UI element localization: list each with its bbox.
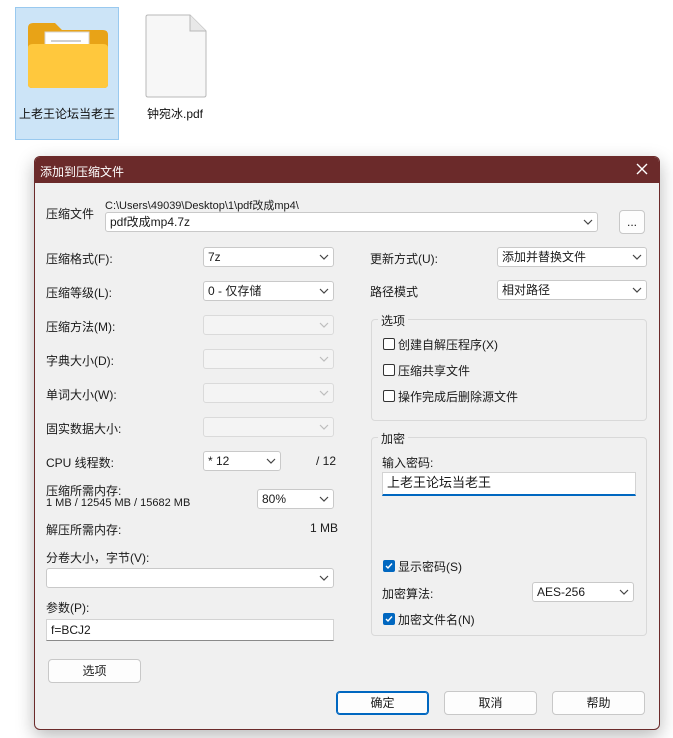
threads-label: CPU 线程数: <box>46 456 115 470</box>
password-input[interactable]: 上老王论坛当老王 <box>382 472 636 496</box>
add-to-archive-dialog: 添加到压缩文件 压缩文件 C:\Users\49039\Desktop\1\pd… <box>34 156 660 730</box>
sfx-checkbox[interactable] <box>383 338 395 350</box>
delete-after-checkbox[interactable] <box>383 390 395 402</box>
word-size-label: 单词大小(W): <box>46 388 117 402</box>
format-select[interactable]: 7z <box>203 247 334 267</box>
pdf-label: 钟宛冰.pdf <box>146 107 204 121</box>
memory-usage-value: 80% <box>262 492 287 506</box>
format-value: 7z <box>208 250 221 264</box>
help-button[interactable]: 帮助 <box>552 691 645 715</box>
format-label: 压缩格式(F): <box>46 252 113 266</box>
show-password-label: 显示密码(S) <box>398 560 462 574</box>
checkmark-icon <box>385 616 393 623</box>
folder-icon <box>28 23 108 88</box>
update-mode-select[interactable]: 添加并替换文件 <box>497 247 647 267</box>
chevron-down-icon <box>319 390 329 396</box>
file-icon <box>145 14 207 98</box>
update-mode-label: 更新方式(U): <box>370 252 438 266</box>
password-label: 输入密码: <box>382 456 434 470</box>
level-value: 0 - 仅存储 <box>208 284 262 298</box>
path-mode-label: 路径模式 <box>370 285 419 299</box>
level-select[interactable]: 0 - 仅存储 <box>203 281 334 301</box>
chevron-down-icon <box>266 458 276 464</box>
ok-button[interactable]: 确定 <box>336 691 429 715</box>
chevron-down-icon <box>319 322 329 328</box>
chevron-down-icon <box>583 219 593 225</box>
params-label: 参数(P): <box>46 601 90 615</box>
volume-size-combobox[interactable] <box>46 568 334 588</box>
method-label: 压缩方法(M): <box>46 320 116 334</box>
dialog-title: 添加到压缩文件 <box>40 165 125 179</box>
archive-path: C:\Users\49039\Desktop\1\pdf改成mp4\ <box>105 200 299 212</box>
compress-memory-detail: 1 MB / 12545 MB / 15682 MB <box>46 497 191 509</box>
encryption-method-value: AES-256 <box>537 585 586 599</box>
options-group: 选项 创建自解压程序(X) 压缩共享文件 操作完成后删除源文件 <box>371 312 647 421</box>
encryption-method-label: 加密算法: <box>382 587 434 601</box>
sfx-label: 创建自解压程序(X) <box>398 338 498 352</box>
solid-size-select <box>203 417 334 437</box>
chevron-down-icon <box>319 575 329 581</box>
level-label: 压缩等级(L): <box>46 286 113 300</box>
chevron-down-icon <box>319 288 329 294</box>
threads-max: / 12 <box>316 454 337 468</box>
dictionary-label: 字典大小(D): <box>46 354 114 368</box>
word-size-select <box>203 383 334 403</box>
cancel-button[interactable]: 取消 <box>444 691 537 715</box>
encrypt-filenames-label: 加密文件名(N) <box>398 613 475 627</box>
title-bar: 添加到压缩文件 <box>35 157 659 183</box>
memory-usage-select[interactable]: 80% <box>257 489 334 509</box>
params-input[interactable]: f=BCJ2 <box>46 619 334 641</box>
threads-value: * 12 <box>208 454 230 468</box>
solid-size-label: 固实数据大小: <box>46 422 122 436</box>
path-mode-select[interactable]: 相对路径 <box>497 280 647 300</box>
encryption-group: 加密 输入密码: 上老王论坛当老王 显示密码(S) 加密算法: AES-256 … <box>371 430 647 636</box>
folder-label: 上老王论坛当老王 <box>18 107 115 121</box>
options-button[interactable]: 选项 <box>48 659 141 683</box>
chevron-down-icon <box>632 287 642 293</box>
dictionary-select <box>203 349 334 369</box>
shared-files-checkbox[interactable] <box>383 364 395 376</box>
encryption-method-select[interactable]: AES-256 <box>532 582 634 602</box>
chevron-down-icon <box>619 589 629 595</box>
archive-label: 压缩文件 <box>46 207 95 221</box>
archive-name-combobox[interactable]: pdf改成mp4.7z <box>105 212 598 232</box>
checkmark-icon <box>385 563 393 570</box>
chevron-down-icon <box>319 356 329 362</box>
update-mode-value: 添加并替换文件 <box>502 250 587 264</box>
decompress-memory-value: 1 MB <box>310 521 339 535</box>
desktop-folder-item[interactable]: 上老王论坛当老王 <box>15 7 119 140</box>
delete-after-label: 操作完成后删除源文件 <box>398 390 519 404</box>
archive-name-value: pdf改成mp4.7z <box>110 215 191 229</box>
encrypt-filenames-checkbox[interactable] <box>383 613 395 625</box>
close-icon[interactable] <box>633 160 651 178</box>
method-select <box>203 315 334 335</box>
browse-button[interactable]: ... <box>619 210 645 234</box>
chevron-down-icon <box>319 424 329 430</box>
options-group-title: 选项 <box>378 312 409 329</box>
chevron-down-icon <box>319 254 329 260</box>
desktop-pdf-item[interactable]: 钟宛冰.pdf <box>132 7 218 127</box>
threads-select[interactable]: * 12 <box>203 451 281 471</box>
volume-size-label: 分卷大小，字节(V): <box>46 551 150 565</box>
path-mode-value: 相对路径 <box>502 283 551 297</box>
chevron-down-icon <box>632 254 642 260</box>
shared-files-label: 压缩共享文件 <box>398 364 471 378</box>
chevron-down-icon <box>319 496 329 502</box>
decompress-memory-label: 解压所需内存: <box>46 523 122 537</box>
encryption-group-title: 加密 <box>378 430 409 447</box>
show-password-checkbox[interactable] <box>383 560 395 572</box>
